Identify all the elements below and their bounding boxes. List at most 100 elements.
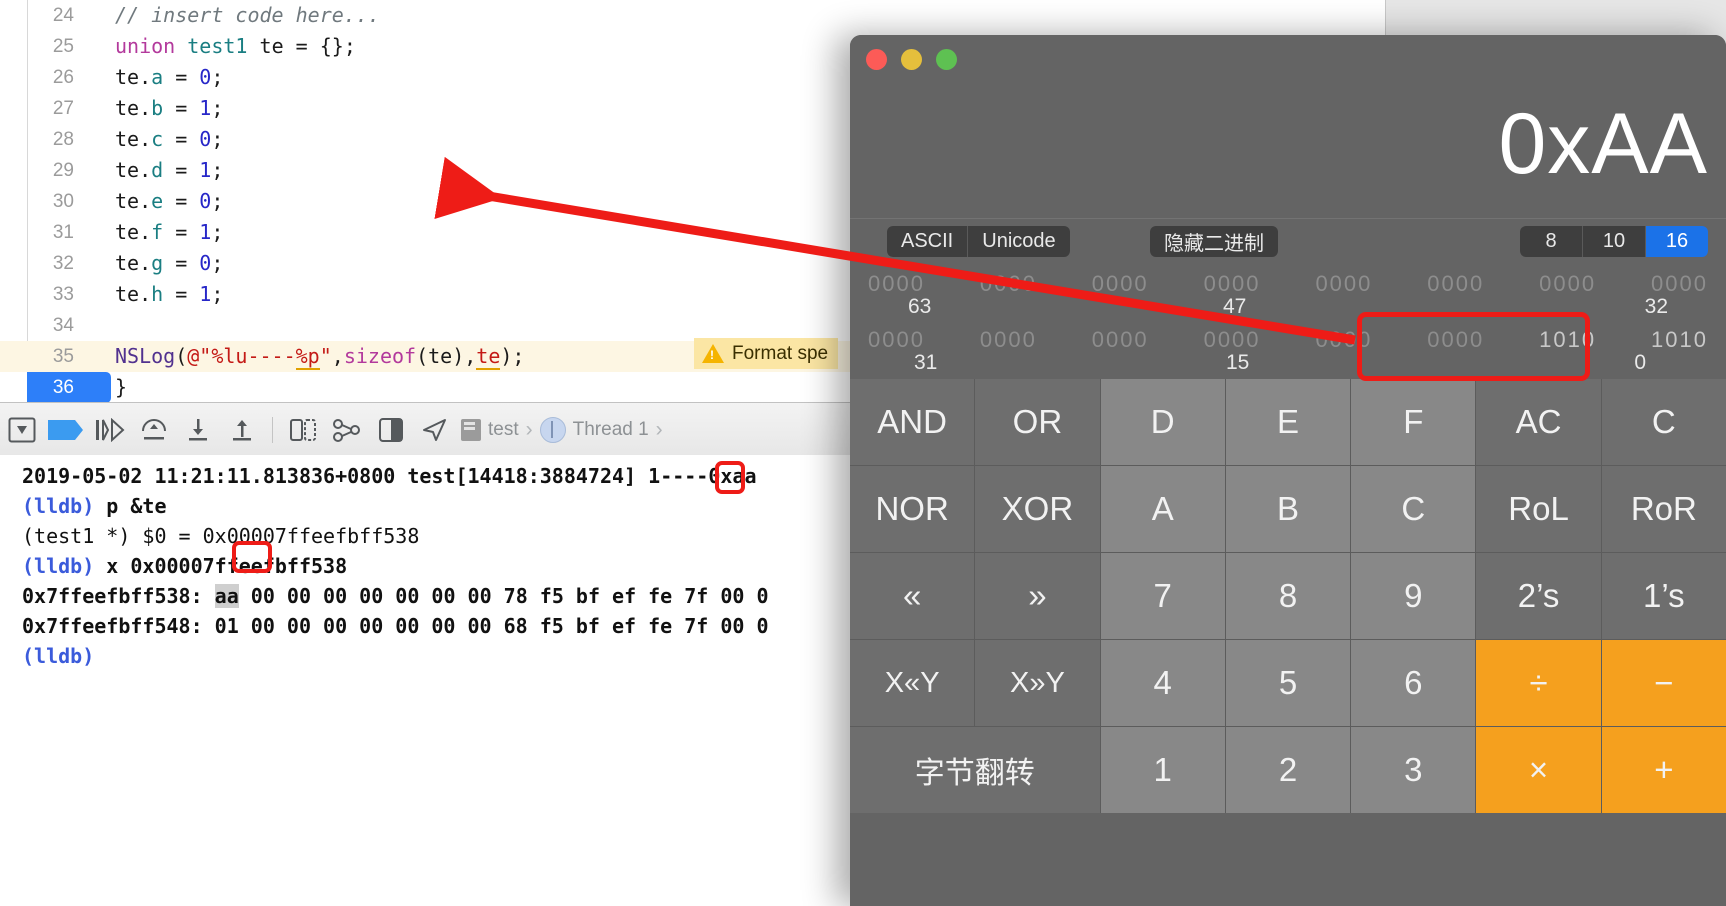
- warning-triangle-icon: [702, 344, 724, 363]
- key-and[interactable]: AND: [850, 379, 975, 465]
- step-over-icon[interactable]: [132, 403, 176, 456]
- binary-nibble[interactable]: 0000: [1092, 327, 1149, 353]
- key-4[interactable]: 4: [1100, 640, 1225, 726]
- key-2s[interactable]: 2’s: [1476, 553, 1601, 639]
- charset-button-unicode[interactable]: Unicode: [968, 226, 1070, 257]
- binary-nibble[interactable]: 0000: [1204, 327, 1261, 353]
- line-source: te.e = 0;: [115, 189, 224, 213]
- key-[interactable]: »: [975, 553, 1100, 639]
- breakpoints-icon[interactable]: [44, 403, 88, 456]
- key-nor[interactable]: NOR: [850, 466, 975, 552]
- key-c[interactable]: C: [1601, 379, 1726, 465]
- binary-visibility-toggle[interactable]: 隐藏二进制: [1150, 226, 1278, 257]
- binary-nibble[interactable]: 0000: [1315, 271, 1372, 297]
- key-[interactable]: ÷: [1476, 640, 1601, 726]
- step-out-icon[interactable]: [220, 403, 264, 456]
- debug-view-hierarchy-icon[interactable]: [281, 403, 325, 456]
- close-button-icon[interactable]: [866, 49, 887, 70]
- bit-label: 15: [1226, 351, 1250, 374]
- key-[interactable]: −: [1601, 640, 1726, 726]
- line-source: te.b = 1;: [115, 96, 224, 120]
- programmer-calculator-window[interactable]: 0xAA ASCII Unicode 隐藏二进制 8 10 16 0000 0000 00…: [850, 35, 1726, 906]
- line-number: 26: [52, 67, 74, 88]
- breadcrumb[interactable]: test › Thread 1 ›: [461, 416, 663, 443]
- key-6[interactable]: 6: [1351, 640, 1476, 726]
- key-xy[interactable]: X»Y: [975, 640, 1100, 726]
- key-xy[interactable]: X«Y: [850, 640, 975, 726]
- binary-nibble[interactable]: 0000: [1427, 271, 1484, 297]
- key-xor[interactable]: XOR: [975, 466, 1100, 552]
- compiler-warning-badge[interactable]: Format spe: [694, 338, 839, 369]
- maximize-button-icon[interactable]: [936, 49, 957, 70]
- charset-segmented-control[interactable]: ASCII Unicode: [887, 226, 1070, 257]
- line-source: NSLog(@"%lu----%p",sizeof(te),te);: [115, 344, 525, 370]
- line-number: 35: [52, 346, 74, 367]
- environment-overrides-icon[interactable]: [369, 403, 413, 456]
- base-segmented-control[interactable]: 8 10 16: [1520, 226, 1708, 257]
- key-f[interactable]: F: [1351, 379, 1476, 465]
- line-source: te.f = 1;: [115, 220, 224, 244]
- minimize-button-icon[interactable]: [901, 49, 922, 70]
- key-7[interactable]: 7: [1100, 553, 1225, 639]
- console-text: (test1 *) $0 = 0x00007ffeefbff538: [22, 524, 420, 548]
- breadcrumb-process-label[interactable]: test: [488, 419, 519, 441]
- key-2[interactable]: 2: [1225, 727, 1351, 813]
- binary-nibble[interactable]: 0000: [1204, 271, 1261, 297]
- base-button-8[interactable]: 8: [1520, 226, 1583, 257]
- base-button-16[interactable]: 16: [1646, 226, 1708, 257]
- binary-nibble[interactable]: 0000: [1539, 271, 1596, 297]
- binary-toggle-button-隐藏二进制[interactable]: 隐藏二进制: [1150, 226, 1278, 257]
- key-[interactable]: +: [1601, 727, 1726, 813]
- memory-graph-icon[interactable]: [325, 403, 369, 456]
- key-1s[interactable]: 1’s: [1601, 553, 1726, 639]
- line-source: // insert code here...: [115, 3, 380, 27]
- key-a[interactable]: A: [1100, 466, 1225, 552]
- key-e[interactable]: E: [1225, 379, 1351, 465]
- binary-nibble[interactable]: 0000: [868, 327, 925, 353]
- annotation-box-binary-nibbles: [1357, 312, 1590, 381]
- line-number: 33: [52, 284, 74, 305]
- breadcrumb-thread-label[interactable]: Thread 1: [573, 419, 649, 441]
- binary-nibble[interactable]: 0000: [980, 327, 1037, 353]
- binary-nibble[interactable]: 0000: [868, 271, 925, 297]
- calculator-mode-bar[interactable]: ASCII Unicode 隐藏二进制 8 10 16: [850, 219, 1726, 267]
- key-[interactable]: ×: [1476, 727, 1601, 813]
- calculator-titlebar[interactable]: [850, 35, 1726, 79]
- key-b[interactable]: B: [1225, 466, 1351, 552]
- key-5[interactable]: 5: [1225, 640, 1351, 726]
- key-d[interactable]: D: [1100, 379, 1225, 465]
- console-text-2: ----0xaa: [660, 464, 757, 488]
- binary-nibble[interactable]: 0000: [980, 271, 1037, 297]
- toolbar-separator: [272, 416, 273, 443]
- key-1[interactable]: 1: [1100, 727, 1225, 813]
- console-text-2: 00 00 00 00 00 00 00 78 f5 bf ef fe 7f 0…: [238, 584, 769, 608]
- base-button-10[interactable]: 10: [1583, 226, 1646, 257]
- key-8[interactable]: 8: [1225, 553, 1351, 639]
- code-line[interactable]: 24 // insert code here...: [0, 0, 1385, 31]
- charset-button-ascii[interactable]: ASCII: [887, 226, 969, 257]
- continue-icon[interactable]: [88, 403, 132, 456]
- line-number: 29: [52, 160, 74, 181]
- location-icon[interactable]: [413, 403, 457, 456]
- key-9[interactable]: 9: [1351, 553, 1476, 639]
- console-text: 0x7ffeefbff538:: [22, 584, 215, 608]
- key-3[interactable]: 3: [1351, 727, 1476, 813]
- bit-label: 63: [908, 295, 932, 318]
- key-字节翻转[interactable]: 字节翻转: [850, 727, 1100, 813]
- key-or[interactable]: OR: [975, 379, 1100, 465]
- calculator-keypad[interactable]: AND OR D E F AC C NOR XOR A B C RoL RoR «» 7 8 9 2’s 1’s X«Y…: [850, 379, 1726, 813]
- key-rol[interactable]: RoL: [1476, 466, 1601, 552]
- binary-nibble[interactable]: 0000: [1651, 271, 1708, 297]
- key-ac[interactable]: AC: [1476, 379, 1601, 465]
- key-[interactable]: «: [850, 553, 975, 639]
- key-c[interactable]: C: [1351, 466, 1476, 552]
- lldb-prompt: (lldb): [22, 644, 95, 668]
- thread-icon: [539, 416, 566, 443]
- binary-nibble[interactable]: 1010: [1651, 327, 1708, 353]
- line-number: 36: [52, 377, 74, 398]
- step-into-icon[interactable]: [176, 403, 220, 456]
- bit-label: 32: [1644, 295, 1668, 318]
- hide-debug-area-icon[interactable]: [0, 403, 44, 456]
- key-ror[interactable]: RoR: [1601, 466, 1726, 552]
- binary-nibble[interactable]: 0000: [1092, 271, 1149, 297]
